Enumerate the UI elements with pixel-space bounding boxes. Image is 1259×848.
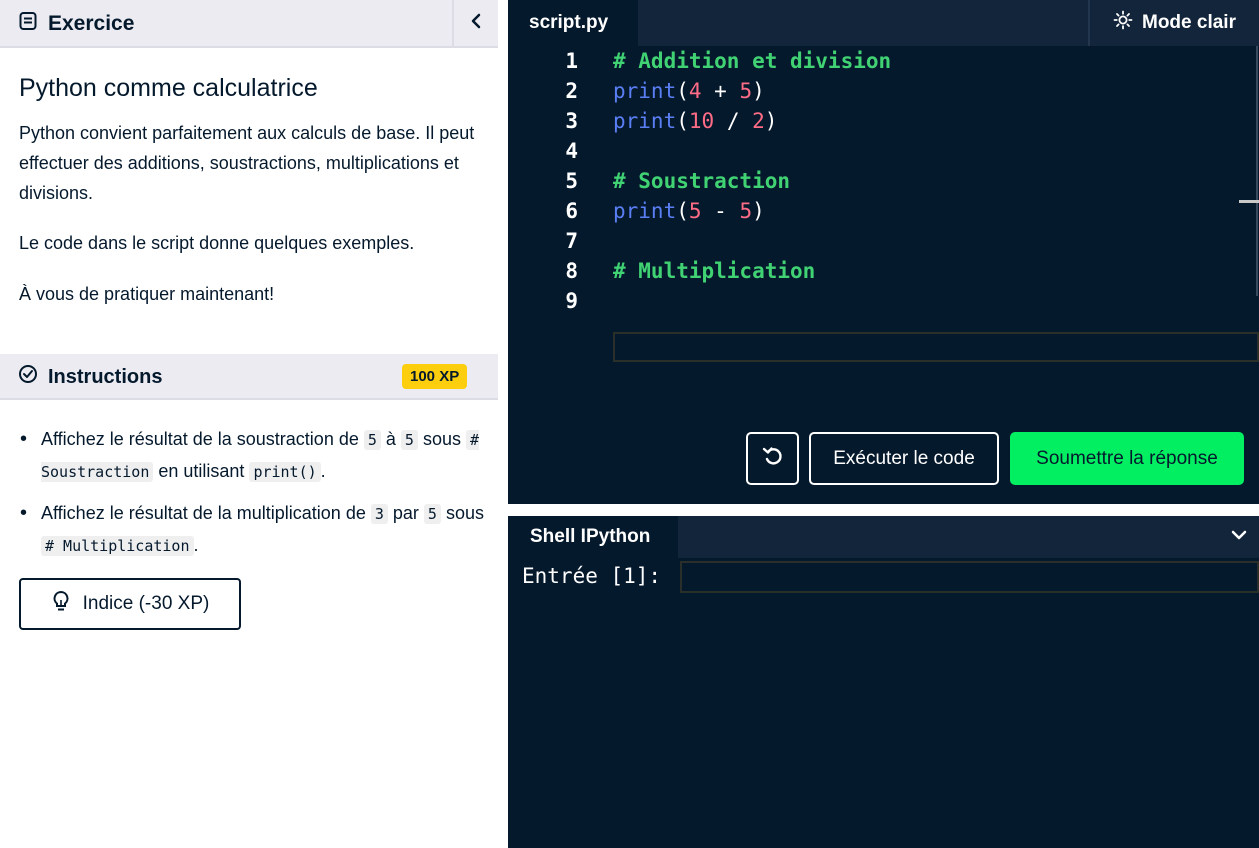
code-line: 7 — [508, 226, 1259, 256]
code-paren: ) — [752, 79, 765, 103]
code-function: print — [613, 79, 677, 103]
code-number: 5 — [739, 199, 753, 223]
sun-icon — [1113, 10, 1133, 36]
undo-icon — [761, 444, 785, 473]
code-line: 2 print(4 + 5) — [508, 76, 1259, 106]
instructions-header-label: Instructions — [48, 365, 163, 388]
code-number: 10 — [688, 109, 715, 133]
hint-button[interactable]: Indice (-30 XP) — [19, 578, 241, 630]
line-number: 3 — [565, 109, 578, 133]
document-icon — [18, 11, 38, 37]
line-number: 1 — [565, 49, 578, 73]
light-mode-toggle[interactable]: Mode clair — [1088, 0, 1259, 46]
code-comment: # Multiplication — [613, 259, 816, 283]
code-area[interactable]: 1 # Addition et division 2 print(4 + 5) … — [508, 46, 1259, 426]
code-comment: # Addition et division — [613, 49, 892, 73]
chevron-left-icon — [469, 12, 483, 35]
instructions-header: Instructions 100 XP — [0, 354, 498, 400]
line-number: 5 — [565, 169, 578, 193]
code-paren: ( — [676, 109, 689, 133]
code-line: 6 print(5 - 5) — [508, 196, 1259, 226]
exercise-panel: Exercice Python comme calculatrice Pytho… — [0, 0, 498, 848]
line-number: 8 — [565, 259, 578, 283]
code-number: 5 — [739, 79, 753, 103]
line-number: 9 — [565, 289, 578, 313]
submit-answer-button[interactable]: Soumettre la réponse — [1010, 432, 1244, 485]
exercise-title: Exercice — [18, 11, 134, 37]
code-editor-panel: script.py Mode clair 1 # Addition et div… — [508, 0, 1259, 504]
shell-collapse-button[interactable] — [1219, 516, 1259, 558]
line-number: 4 — [565, 139, 578, 163]
tab-script-py[interactable]: script.py — [508, 0, 638, 46]
xp-badge: 100 XP — [402, 364, 468, 389]
tab-ipython-shell[interactable]: Shell IPython — [508, 516, 678, 558]
code-line: 3 print(10 / 2) — [508, 106, 1259, 136]
instruction-item: Affichez le résultat de la soustraction … — [20, 424, 492, 488]
instructions-list: Affichez le résultat de la soustraction … — [20, 424, 492, 572]
panel-resize-handle[interactable] — [498, 0, 508, 848]
code-number: 2 — [752, 109, 765, 133]
code-paren: ( — [676, 199, 689, 223]
inline-code: 5 — [363, 430, 381, 450]
editor-shell-resize-handle[interactable] — [508, 504, 1259, 516]
code-number: 4 — [688, 79, 702, 103]
line-number: 2 — [565, 79, 578, 103]
active-line-highlight — [613, 332, 1259, 362]
inline-code: # Multiplication — [41, 536, 194, 556]
editor-tab-bar: script.py Mode clair — [508, 0, 1259, 46]
exercise-header-label: Exercice — [48, 12, 135, 35]
collapse-panel-button[interactable] — [452, 0, 498, 46]
code-paren: ) — [764, 109, 778, 133]
check-circle-icon — [18, 364, 38, 390]
editor-scrollbar[interactable] — [1256, 46, 1258, 296]
code-line: 8 # Multiplication — [508, 256, 1259, 286]
scroll-position-marker — [1239, 200, 1259, 203]
code-paren: ) — [752, 199, 765, 223]
shell-prompt: Entrée [1]: — [522, 564, 662, 588]
instruction-item: Affichez le résultat de la multiplicatio… — [20, 498, 492, 562]
code-function: print — [613, 109, 677, 133]
code-comment: # Soustraction — [613, 169, 791, 193]
code-line: 1 # Addition et division — [508, 46, 1259, 76]
lesson-paragraph: À vous de pratiquer maintenant! — [19, 284, 275, 304]
code-line: 9 — [508, 286, 1259, 316]
lesson-title: Python comme calculatrice — [19, 74, 318, 102]
ipython-shell-panel: Shell IPython Entrée [1]: — [508, 516, 1259, 848]
code-number: 5 — [688, 199, 702, 223]
chevron-down-icon — [1230, 528, 1248, 546]
code-operator: + — [701, 79, 740, 103]
code-line: 4 — [508, 136, 1259, 166]
instructions-title: Instructions — [18, 364, 162, 390]
code-function: print — [613, 199, 677, 223]
run-code-button[interactable]: Exécuter le code — [809, 432, 999, 485]
code-paren: ( — [676, 79, 689, 103]
reset-code-button[interactable] — [746, 432, 799, 485]
inline-code: 5 — [400, 430, 418, 450]
inline-code: 3 — [370, 504, 388, 524]
lesson-paragraph: Le code dans le script donne quelques ex… — [19, 233, 415, 253]
lesson-paragraph: Python convient parfaitement aux calculs… — [19, 123, 475, 203]
hint-label: Indice (-30 XP) — [82, 593, 210, 614]
mode-label: Mode clair — [1142, 12, 1236, 33]
inline-code: 5 — [423, 504, 441, 524]
line-number: 6 — [565, 199, 578, 223]
lightbulb-icon — [51, 590, 71, 618]
code-operator: - — [701, 199, 740, 223]
inline-code: print() — [249, 462, 321, 482]
shell-input[interactable] — [680, 561, 1259, 593]
code-operator: / — [714, 109, 753, 133]
line-number: 7 — [565, 229, 578, 253]
code-line: 5 # Soustraction — [508, 166, 1259, 196]
shell-tab-bar: Shell IPython — [508, 516, 1259, 558]
exercise-header: Exercice — [0, 0, 498, 48]
